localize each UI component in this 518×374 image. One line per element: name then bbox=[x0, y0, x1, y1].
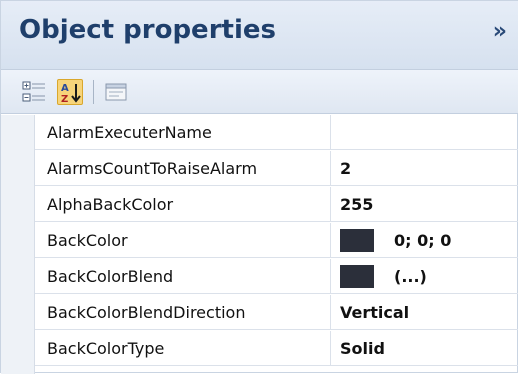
property-row[interactable]: AlarmsCountToRaiseAlarm 2 bbox=[35, 151, 518, 186]
panel-title: Object properties bbox=[19, 15, 276, 45]
object-properties-panel: Object properties » A Z AlarmExecuterNam… bbox=[0, 0, 518, 374]
color-value-text: (...) bbox=[394, 267, 427, 286]
property-grid: AlarmExecuterName AlarmsCountToRaiseAlar… bbox=[1, 115, 518, 374]
property-value[interactable]: Vertical bbox=[332, 295, 518, 330]
property-name: BackColorType bbox=[35, 331, 331, 366]
svg-text:Z: Z bbox=[61, 94, 68, 105]
property-value[interactable] bbox=[332, 115, 518, 150]
alphabetical-sort-icon: A Z bbox=[61, 83, 81, 105]
property-value[interactable]: Solid bbox=[332, 331, 518, 366]
property-value[interactable]: 255 bbox=[332, 187, 518, 222]
property-name: BackColorBlendDirection bbox=[35, 295, 331, 330]
categorized-icon bbox=[22, 81, 45, 102]
color-swatch bbox=[340, 229, 374, 252]
property-row[interactable]: AlphaBackColor 255 bbox=[35, 187, 518, 222]
property-value[interactable]: 2 bbox=[332, 151, 518, 186]
property-name: BackColorBlend bbox=[35, 259, 331, 294]
property-value-color[interactable]: 0; 0; 0 bbox=[332, 223, 518, 258]
property-name: BackColor bbox=[35, 223, 331, 258]
property-pages-button[interactable] bbox=[103, 79, 129, 105]
color-value-text: 0; 0; 0 bbox=[394, 231, 452, 250]
property-pages-icon bbox=[105, 83, 127, 101]
svg-text:A: A bbox=[61, 83, 69, 94]
property-row[interactable]: BackColor 0; 0; 0 bbox=[35, 223, 518, 258]
property-name: AlphaBackColor bbox=[35, 187, 331, 222]
collapse-button[interactable]: » bbox=[493, 19, 507, 44]
property-grid-toolbar: A Z bbox=[1, 69, 518, 114]
color-swatch bbox=[340, 265, 374, 288]
property-name: AlarmExecuterName bbox=[35, 115, 331, 150]
property-value-color[interactable]: (...) bbox=[332, 259, 518, 294]
property-row[interactable]: BackColorBlendDirection Vertical bbox=[35, 295, 518, 330]
panel-header: Object properties » bbox=[1, 1, 518, 69]
grid-gutter bbox=[1, 115, 35, 374]
toolbar-separator bbox=[93, 80, 94, 104]
property-row[interactable]: BackColorBlend (...) bbox=[35, 259, 518, 294]
property-row[interactable]: BackColorType Solid bbox=[35, 331, 518, 366]
alphabetical-sort-button[interactable]: A Z bbox=[57, 79, 83, 105]
property-row[interactable]: AlarmExecuterName bbox=[35, 115, 518, 150]
categorized-button[interactable] bbox=[21, 79, 47, 105]
property-name: AlarmsCountToRaiseAlarm bbox=[35, 151, 331, 186]
